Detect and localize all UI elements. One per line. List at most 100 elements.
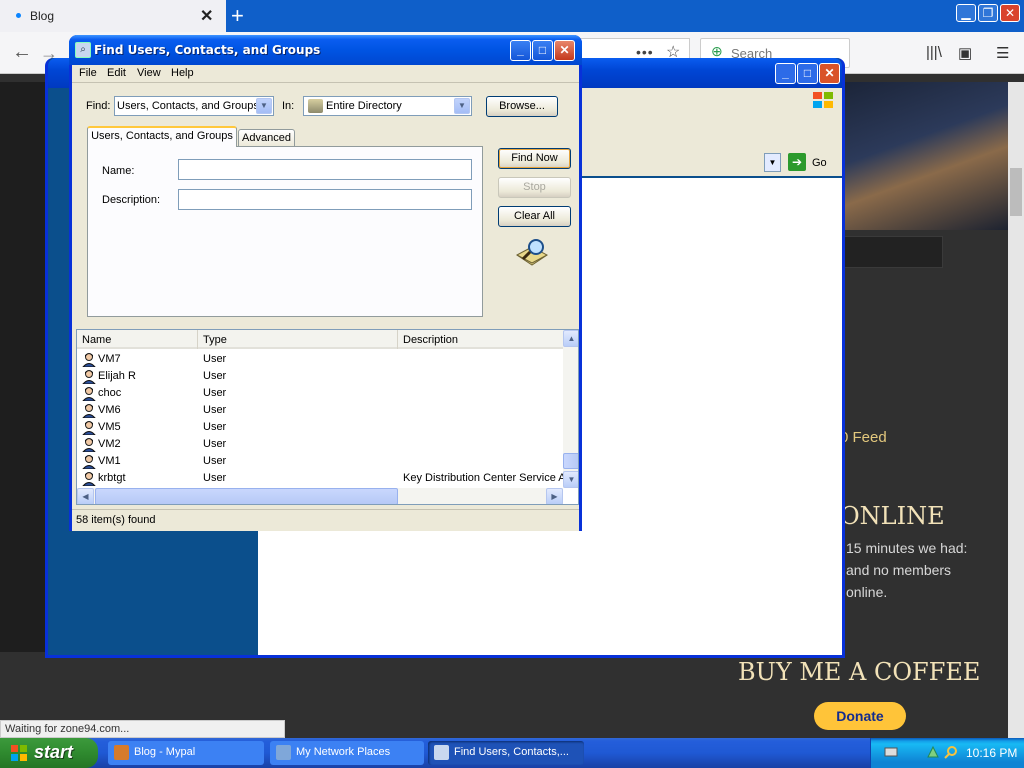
donate-button[interactable]: Donate: [814, 702, 906, 730]
start-button[interactable]: start: [0, 738, 98, 768]
row-name: VM7: [98, 353, 121, 365]
user-icon: [82, 421, 96, 435]
network-icon[interactable]: [926, 745, 940, 759]
menu-help[interactable]: Help: [171, 67, 194, 79]
results-hscroll-thumb[interactable]: [95, 488, 398, 504]
network-minimize-button[interactable]: _: [775, 63, 796, 84]
find-dialog-titlebar[interactable]: ⌕ Find Users, Contacts, and Groups _ □ ✕: [69, 35, 582, 65]
find-label: Find:: [86, 100, 111, 112]
page-search-box: [843, 236, 943, 268]
row-name: VM6: [98, 404, 121, 416]
row-type: User: [203, 438, 227, 450]
table-row[interactable]: VM1 User: [77, 453, 563, 470]
library-icon[interactable]: |||\: [926, 44, 942, 61]
scroll-down-icon[interactable]: ▼: [563, 471, 578, 488]
online-line: 15 minutes we had:: [846, 540, 968, 556]
row-type: User: [203, 421, 227, 433]
stop-button[interactable]: Stop: [498, 177, 571, 198]
clear-all-button[interactable]: Clear All: [498, 206, 571, 227]
row-name: VM5: [98, 421, 121, 433]
go-arrow-icon[interactable]: ➔: [788, 153, 806, 171]
results-vscroll-thumb[interactable]: [563, 453, 578, 469]
user-icon: [82, 404, 96, 418]
browser-maximize-button[interactable]: ❐: [978, 4, 998, 22]
results-header: Name Type Description: [77, 330, 563, 349]
tab-title: Blog: [30, 9, 55, 23]
browser-tab-blog[interactable]: Blog ✕: [0, 0, 226, 32]
find-close-button[interactable]: ✕: [554, 40, 575, 61]
description-field[interactable]: [178, 189, 472, 210]
tab-close-icon[interactable]: ✕: [200, 6, 213, 26]
scroll-up-icon[interactable]: ▲: [563, 330, 578, 347]
find-type-select[interactable]: Users, Contacts, and Groups ▼: [114, 96, 274, 116]
user-icon: [82, 455, 96, 469]
page-scrollbar-thumb[interactable]: [1010, 168, 1022, 216]
tab-advanced[interactable]: Advanced: [238, 129, 295, 147]
column-header-type[interactable]: Type: [198, 330, 398, 349]
network-places-icon: [276, 745, 291, 760]
table-row[interactable]: Elijah R User: [77, 368, 563, 385]
browser-close-button[interactable]: ✕: [1000, 4, 1020, 22]
menu-edit[interactable]: Edit: [107, 67, 126, 79]
user-icon: [82, 472, 96, 486]
table-row[interactable]: VM2 User: [77, 436, 563, 453]
keyboard-icon[interactable]: [884, 745, 898, 759]
feed-link[interactable]: 0 Feed: [840, 429, 887, 446]
results-list[interactable]: Name Type Description VM7 User Elijah R Use…: [76, 329, 579, 505]
network-maximize-button[interactable]: □: [797, 63, 818, 84]
start-label: start: [34, 742, 74, 762]
online-line: and no members: [846, 562, 952, 578]
user-icon: [82, 370, 96, 384]
scroll-right-icon[interactable]: ▶: [546, 488, 563, 504]
online-heading: ONLINE: [840, 502, 945, 530]
go-button-label[interactable]: Go: [812, 157, 827, 169]
scroll-left-icon[interactable]: ◀: [77, 488, 94, 504]
chevron-down-icon[interactable]: ▼: [256, 98, 272, 114]
row-type: User: [203, 472, 227, 484]
chevron-down-icon[interactable]: ▼: [454, 98, 470, 114]
find-menubar: File Edit View Help: [72, 65, 579, 83]
table-row[interactable]: VM6 User: [77, 402, 563, 419]
find-users-icon: [434, 745, 449, 760]
table-row[interactable]: krbtgt User Key Distribution Center Servic…: [77, 470, 566, 487]
new-tab-button[interactable]: +: [231, 3, 244, 29]
search-criteria-panel: Name: Description:: [87, 146, 483, 317]
find-minimize-button[interactable]: _: [510, 40, 531, 61]
tab-users-contacts-groups[interactable]: Users, Contacts, and Groups: [87, 126, 237, 147]
sidebar-icon[interactable]: ▣: [958, 44, 972, 62]
network-close-button[interactable]: ✕: [819, 63, 840, 84]
taskbar-item-blog[interactable]: Blog - Mypal: [108, 741, 264, 765]
taskbar-item-label: Find Users, Contacts,...: [454, 746, 569, 758]
search-tray-icon[interactable]: [944, 745, 958, 759]
find-now-button[interactable]: Find Now: [498, 148, 571, 169]
table-row[interactable]: VM7 User: [77, 351, 563, 368]
in-location-select[interactable]: Entire Directory ▼: [303, 96, 472, 116]
menu-file[interactable]: File: [79, 67, 97, 79]
find-type-value: Users, Contacts, and Groups: [117, 100, 259, 112]
column-header-name[interactable]: Name: [77, 330, 198, 349]
table-row[interactable]: choc User: [77, 385, 563, 402]
browse-button[interactable]: Browse...: [486, 96, 558, 117]
results-horizontal-scrollbar[interactable]: ◀ ▶: [77, 488, 563, 504]
row-name: krbtgt: [98, 472, 126, 484]
back-button[interactable]: ←: [8, 39, 36, 67]
menu-view[interactable]: View: [137, 67, 161, 79]
in-location-value: Entire Directory: [326, 100, 402, 112]
taskbar-item-network-places[interactable]: My Network Places: [270, 741, 424, 765]
row-name: Elijah R: [98, 370, 136, 382]
table-row[interactable]: VM5 User: [77, 419, 563, 436]
menu-icon[interactable]: ☰: [996, 44, 1009, 62]
user-icon: [82, 387, 96, 401]
find-maximize-button[interactable]: □: [532, 40, 553, 61]
row-description: Key Distribution Center Service A: [403, 472, 566, 484]
address-dropdown-icon[interactable]: ▼: [764, 153, 781, 172]
directory-icon: [308, 99, 323, 113]
find-dialog-title: Find Users, Contacts, and Groups: [94, 43, 321, 57]
name-field[interactable]: [178, 159, 472, 180]
city-image: [840, 82, 1008, 230]
browser-minimize-button[interactable]: ▁: [956, 4, 976, 22]
page-left-panel: [0, 82, 48, 652]
taskbar-item-find-users[interactable]: Find Users, Contacts,...: [428, 741, 584, 765]
results-vertical-scrollbar[interactable]: ▲ ▼: [563, 330, 578, 488]
column-header-description[interactable]: Description: [398, 330, 563, 349]
